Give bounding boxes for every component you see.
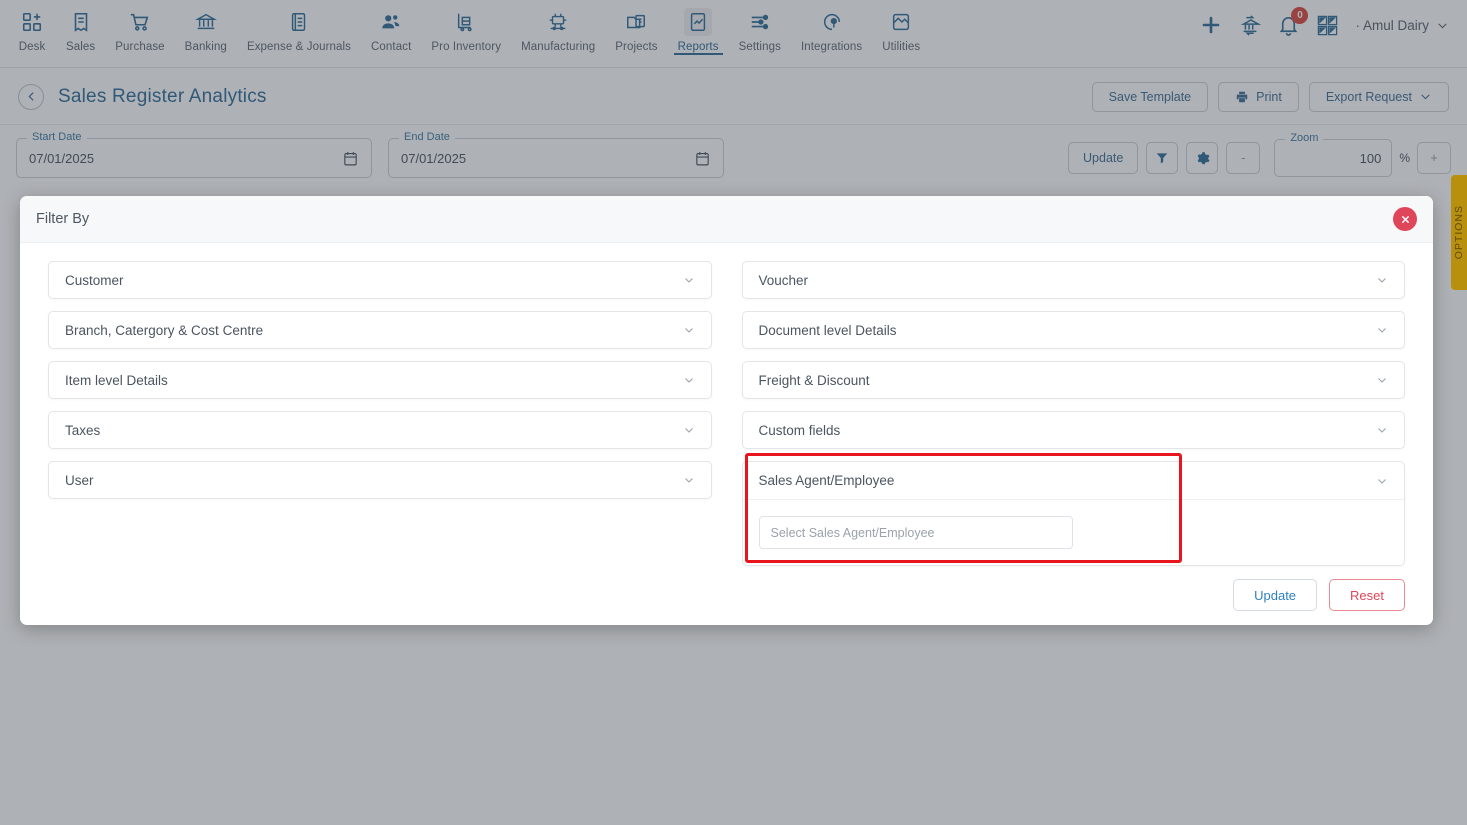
accordion-sales-agent-employee: Sales Agent/Employee Select Sales Agent/… xyxy=(741,461,1405,566)
filter-column-right: Voucher Document level Details Freight &… xyxy=(741,261,1405,578)
options-tab-label: OPTIONS xyxy=(1453,205,1465,260)
accordion-custom-fields[interactable]: Custom fields xyxy=(741,411,1405,449)
accordion-label: User xyxy=(65,472,94,488)
accordion-user[interactable]: User xyxy=(48,461,712,499)
modal-header: Filter By xyxy=(20,196,1433,243)
filter-by-modal: Filter By Customer Branch, Catergory & C… xyxy=(20,196,1433,625)
sales-agent-select[interactable]: Select Sales Agent/Employee xyxy=(758,516,1073,549)
accordion-customer[interactable]: Customer xyxy=(48,261,712,299)
chevron-down-icon xyxy=(683,324,695,336)
accordion-taxes[interactable]: Taxes xyxy=(48,411,712,449)
filter-columns: Customer Branch, Catergory & Cost Centre… xyxy=(48,261,1405,578)
chevron-down-icon xyxy=(1376,424,1388,436)
accordion-label: Freight & Discount xyxy=(758,372,870,388)
accordion-label: Item level Details xyxy=(65,372,168,388)
accordion-label: Branch, Catergory & Cost Centre xyxy=(65,322,264,338)
accordion-branch-category-cost-centre[interactable]: Branch, Catergory & Cost Centre xyxy=(48,311,712,349)
accordion-label: Customer xyxy=(65,272,124,288)
chevron-down-icon xyxy=(1376,374,1388,386)
chevron-down-icon xyxy=(683,374,695,386)
chevron-down-icon xyxy=(1376,475,1388,487)
accordion-label: Voucher xyxy=(758,272,809,288)
options-side-tab[interactable]: OPTIONS xyxy=(1451,175,1467,290)
chevron-down-icon xyxy=(683,274,695,286)
close-icon[interactable] xyxy=(1393,207,1417,231)
application-root: Desk Sales Purchase Banking Expense & Jo… xyxy=(0,0,1467,825)
modal-title: Filter By xyxy=(36,211,90,227)
accordion-freight-discount[interactable]: Freight & Discount xyxy=(741,361,1405,399)
chevron-down-icon xyxy=(683,424,695,436)
accordion-document-level-details[interactable]: Document level Details xyxy=(741,311,1405,349)
accordion-sales-agent-header[interactable]: Sales Agent/Employee xyxy=(742,462,1404,500)
accordion-label: Document level Details xyxy=(758,322,897,338)
accordion-label: Taxes xyxy=(65,422,101,438)
modal-update-button[interactable]: Update xyxy=(1233,579,1318,611)
sales-agent-placeholder: Select Sales Agent/Employee xyxy=(770,525,935,540)
accordion-voucher[interactable]: Voucher xyxy=(741,261,1405,299)
sales-agent-panel: Select Sales Agent/Employee xyxy=(743,500,1405,565)
modal-body: Customer Branch, Catergory & Cost Centre… xyxy=(20,243,1433,578)
modal-reset-button[interactable]: Reset xyxy=(1329,579,1405,611)
filter-column-left: Customer Branch, Catergory & Cost Centre… xyxy=(48,261,712,578)
accordion-item-level-details[interactable]: Item level Details xyxy=(48,361,712,399)
accordion-label: Custom fields xyxy=(758,422,841,438)
chevron-down-icon xyxy=(683,474,695,486)
accordion-label: Sales Agent/Employee xyxy=(758,473,895,488)
chevron-down-icon xyxy=(1376,274,1388,286)
modal-footer: Update Reset xyxy=(1233,579,1405,611)
chevron-down-icon xyxy=(1376,324,1388,336)
